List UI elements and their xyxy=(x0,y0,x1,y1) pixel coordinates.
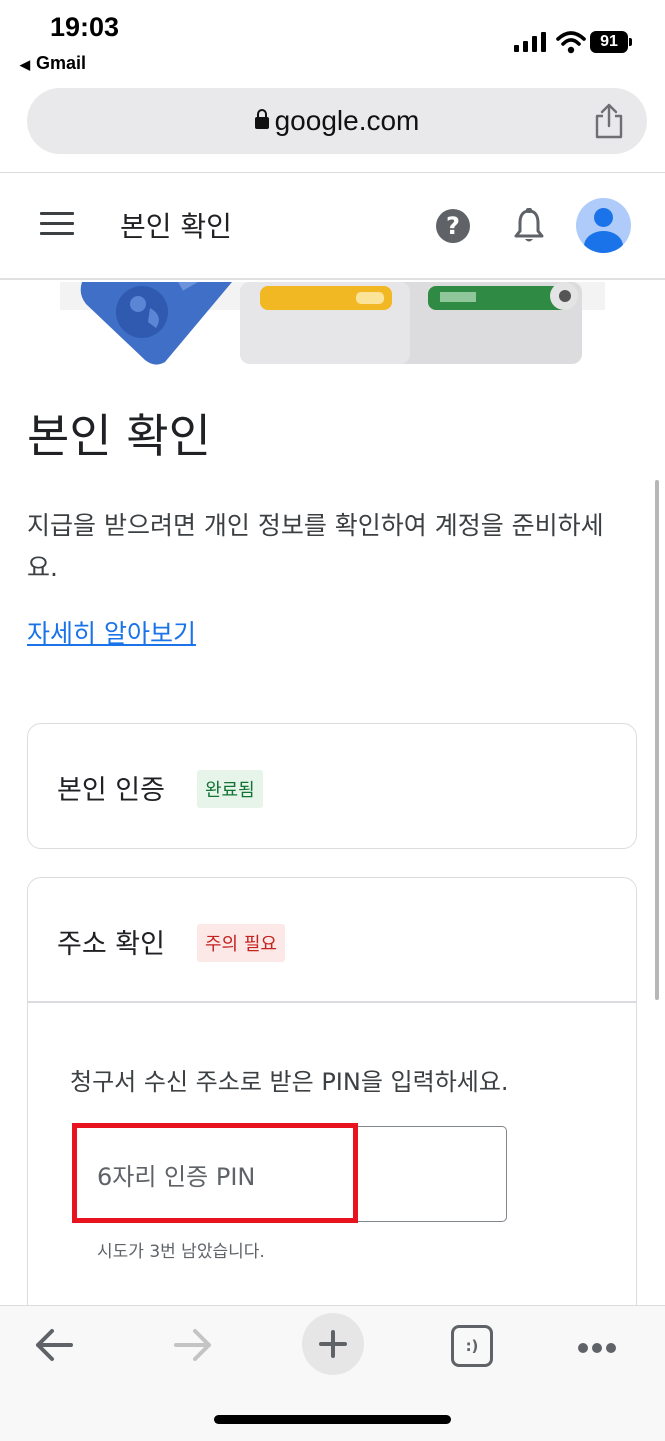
header-title: 본인 확인 xyxy=(120,210,232,243)
learn-more-link[interactable]: 자세히 알아보기 xyxy=(27,614,196,650)
attempts-remaining-text: 시도가 3번 남았습니다. xyxy=(97,1242,265,1262)
browser-separator xyxy=(0,172,665,173)
home-indicator xyxy=(214,1415,451,1424)
share-icon[interactable] xyxy=(592,102,626,140)
cellular-signal-icon xyxy=(514,32,546,52)
back-to-app-link[interactable]: ◀ Gmail xyxy=(20,53,86,74)
back-triangle-icon: ◀ xyxy=(20,57,30,72)
status-time: 19:03 xyxy=(50,12,120,42)
address-card-title: 주소 확인 xyxy=(57,929,165,960)
page-title: 본인 확인 xyxy=(27,409,211,463)
avatar[interactable] xyxy=(576,198,631,253)
more-icon[interactable] xyxy=(578,1338,620,1353)
bell-icon[interactable] xyxy=(513,208,545,244)
back-arrow-icon[interactable] xyxy=(33,1325,75,1365)
header-divider xyxy=(0,278,665,280)
lock-icon xyxy=(254,109,269,129)
identity-card-title: 본인 인증 xyxy=(57,775,165,806)
hero-illustration xyxy=(60,282,605,365)
wifi-icon xyxy=(556,31,586,54)
battery-indicator: 91 xyxy=(590,31,628,53)
battery-tip xyxy=(629,38,632,46)
url-text: google.com xyxy=(274,105,420,136)
status-badge-attention: 주의 필요 xyxy=(197,924,285,962)
pin-highlight-box xyxy=(72,1123,358,1223)
menu-icon[interactable] xyxy=(40,212,74,238)
scrollbar[interactable] xyxy=(655,480,659,1000)
status-badge-complete: 완료됨 xyxy=(197,770,263,808)
address-bar[interactable]: google.com xyxy=(27,88,647,154)
plus-icon[interactable] xyxy=(302,1313,364,1375)
pin-instruction: 청구서 수신 주소로 받은 PIN을 입력하세요. xyxy=(70,1068,509,1096)
url-display: google.com xyxy=(27,88,647,154)
card-divider xyxy=(28,1001,636,1003)
tabs-icon[interactable]: :) xyxy=(451,1325,493,1367)
back-app-label: Gmail xyxy=(36,53,87,73)
page-description: 지급을 받으려면 개인 정보를 확인하여 계정을 준비하세요. xyxy=(27,511,604,582)
help-icon[interactable]: ? xyxy=(436,209,470,243)
forward-arrow-icon[interactable] xyxy=(172,1325,214,1365)
